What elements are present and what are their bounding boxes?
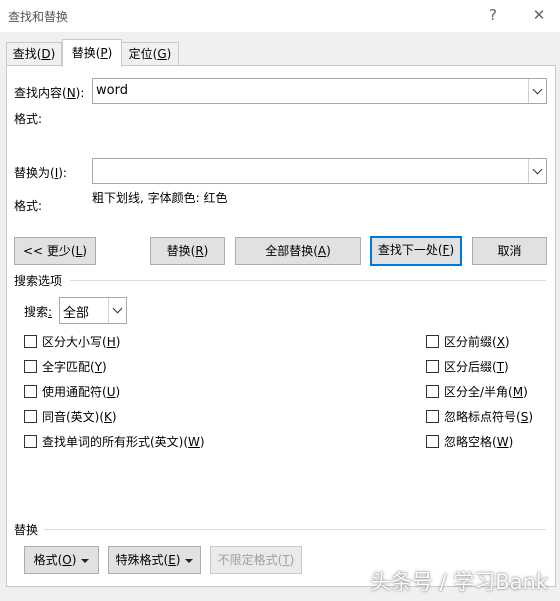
checkbox-box[interactable] bbox=[24, 385, 37, 398]
checkbox-box[interactable] bbox=[426, 335, 439, 348]
checkbox-match-width[interactable]: 区分全/半角(M) bbox=[426, 383, 528, 400]
replace-label: 替换为(I): bbox=[14, 166, 67, 180]
special-format-button[interactable]: 特殊格式(E) bbox=[108, 546, 201, 574]
chevron-down-icon bbox=[532, 84, 543, 94]
cancel-button[interactable]: 取消 bbox=[472, 237, 547, 265]
tab-find[interactable]: 查找(D) bbox=[6, 42, 62, 66]
replace-format-value: 粗下划线, 字体颜色: 红色 bbox=[92, 191, 228, 205]
checkbox-match-case[interactable]: 区分大小写(H) bbox=[24, 333, 120, 350]
checkbox-match-suffix[interactable]: 区分后缀(T) bbox=[426, 358, 509, 375]
replace-input[interactable] bbox=[92, 158, 547, 184]
find-next-button[interactable]: 查找下一处(F) bbox=[370, 236, 462, 266]
caret-down-icon bbox=[185, 558, 194, 563]
checkbox-box[interactable] bbox=[426, 385, 439, 398]
checkbox-box[interactable] bbox=[24, 435, 37, 448]
tab-panel bbox=[6, 65, 556, 587]
find-input[interactable]: word bbox=[92, 78, 547, 104]
checkbox-box[interactable] bbox=[24, 410, 37, 423]
checkbox-match-prefix[interactable]: 区分前缀(X) bbox=[426, 333, 510, 350]
checkbox-ignore-space[interactable]: 忽略空格(W) bbox=[426, 433, 513, 450]
no-formatting-button[interactable]: 不限定格式(T) bbox=[210, 546, 302, 574]
find-format-label: 格式: bbox=[14, 112, 43, 126]
tab-goto[interactable]: 定位(G) bbox=[121, 42, 179, 66]
window-title: 查找和替换 bbox=[8, 10, 69, 24]
find-dropdown-arrow[interactable] bbox=[528, 79, 546, 103]
title-bar bbox=[0, 0, 560, 32]
checkbox-sounds-like[interactable]: 同音(英文)(K) bbox=[24, 408, 117, 425]
replace-section-title: 替换 bbox=[14, 523, 39, 537]
find-input-value: word bbox=[96, 83, 128, 98]
checkbox-box[interactable] bbox=[426, 360, 439, 373]
checkbox-whole-word[interactable]: 全字匹配(Y) bbox=[24, 358, 107, 375]
close-button[interactable]: ✕ bbox=[527, 5, 551, 25]
checkbox-box[interactable] bbox=[426, 435, 439, 448]
checkbox-box[interactable] bbox=[426, 410, 439, 423]
checkbox-wildcards[interactable]: 使用通配符(U) bbox=[24, 383, 120, 400]
search-options-title: 搜索选项 bbox=[14, 274, 63, 288]
less-button[interactable]: << 更少(L) bbox=[14, 237, 96, 265]
search-direction-label: 搜索: bbox=[24, 305, 53, 319]
search-direction-arrow[interactable] bbox=[108, 298, 126, 323]
checkbox-box[interactable] bbox=[24, 335, 37, 348]
watermark: 头条号 / 学习Bank bbox=[369, 570, 548, 594]
caret-down-icon bbox=[81, 558, 90, 563]
find-label: 查找内容(N): bbox=[14, 86, 85, 100]
checkbox-ignore-punctuation[interactable]: 忽略标点符号(S) bbox=[426, 408, 533, 425]
checkbox-all-word-forms[interactable]: 查找单词的所有形式(英文)(W) bbox=[24, 433, 205, 450]
replace-section-divider bbox=[44, 529, 546, 530]
help-button[interactable]: ? bbox=[481, 5, 505, 25]
replace-button[interactable]: 替换(R) bbox=[150, 237, 225, 265]
search-options-divider bbox=[70, 280, 546, 281]
tab-replace[interactable]: 替换(P) bbox=[62, 39, 122, 67]
checkbox-box[interactable] bbox=[24, 360, 37, 373]
chevron-down-icon bbox=[532, 164, 543, 174]
replace-dropdown-arrow[interactable] bbox=[528, 159, 546, 183]
search-direction-select[interactable]: 全部 bbox=[59, 297, 127, 324]
chevron-down-icon bbox=[112, 303, 123, 314]
replace-format-label: 格式: bbox=[14, 199, 43, 213]
replace-all-button[interactable]: 全部替换(A) bbox=[235, 237, 361, 265]
search-direction-value: 全部 bbox=[63, 306, 90, 321]
format-button[interactable]: 格式(O) bbox=[24, 546, 99, 574]
